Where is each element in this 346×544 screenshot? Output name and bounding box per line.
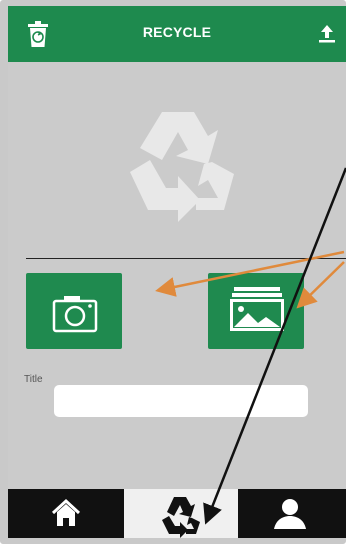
nav-home[interactable] [8,489,124,538]
title-input[interactable] [54,385,308,417]
gallery-icon [230,287,284,331]
app-screen: RECYCLE Title [8,6,346,538]
recycle-logo-icon [130,112,234,222]
camera-button[interactable] [26,273,122,349]
header-bar: RECYCLE [8,6,346,62]
profile-icon [274,499,306,529]
nav-profile[interactable] [238,489,346,538]
page-title: RECYCLE [142,24,212,40]
home-icon [51,498,81,526]
gallery-button[interactable] [208,273,304,349]
divider [26,258,346,259]
camera-icon [52,296,98,333]
nav-recycle[interactable] [124,489,238,538]
upload-icon[interactable] [316,22,338,44]
recycle-icon [162,497,200,538]
title-label: Title [24,374,43,385]
bottom-nav [8,489,346,538]
